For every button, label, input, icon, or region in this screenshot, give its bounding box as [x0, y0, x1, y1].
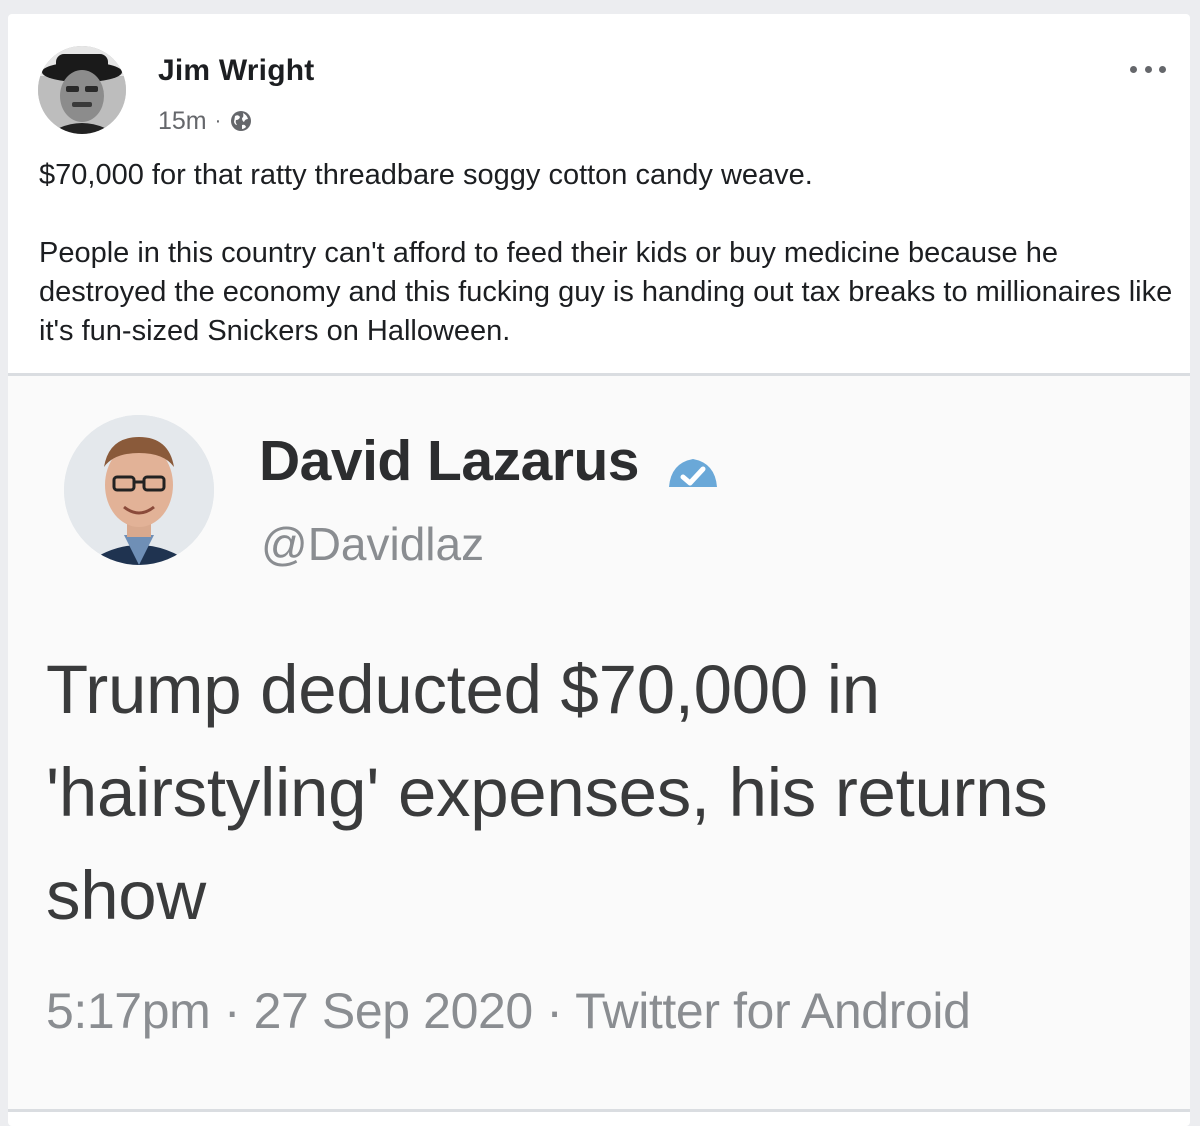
verified-badge-icon	[665, 441, 721, 487]
tweet-body: Trump deducted $70,000 in 'hairstyling' …	[46, 651, 1048, 934]
post-meta: 15m ·	[158, 104, 253, 138]
tweet-avatar-image	[64, 415, 214, 565]
attachment-divider-bottom	[8, 1109, 1190, 1112]
more-options-icon[interactable]	[1130, 58, 1166, 80]
post-text-line1: $70,000 for that ratty threadbare soggy …	[39, 159, 813, 191]
globe-icon	[229, 109, 253, 133]
tweet-footer: 5:17pm · 27 Sep 2020 · Twitter for Andro…	[46, 983, 971, 1039]
feed-page: Jim Wright 15m · $70,000 for that ratty …	[0, 0, 1200, 1126]
dot-3	[1159, 65, 1166, 73]
dot-1	[1130, 65, 1137, 73]
tweet-author-handle: @Davidlaz	[261, 518, 485, 570]
post-text: $70,000 for that ratty threadbare soggy …	[39, 156, 1179, 351]
author-avatar[interactable]	[38, 46, 126, 134]
shared-tweet-image[interactable]: David Lazarus @Davidlaz Trump deducted $…	[8, 376, 1190, 1109]
post-time[interactable]: 15m	[158, 107, 207, 136]
author-avatar-image	[38, 46, 126, 134]
tweet-author-avatar	[64, 415, 214, 565]
dot-2	[1144, 65, 1152, 73]
tweet-author-name: David Lazarus	[259, 428, 721, 494]
tweet-author-name-text: David Lazarus	[259, 429, 639, 493]
post-text-paragraph2: People in this country can't afford to f…	[39, 237, 1173, 347]
meta-separator: ·	[214, 109, 222, 132]
post-card: Jim Wright 15m · $70,000 for that ratty …	[8, 14, 1190, 1126]
author-name[interactable]: Jim Wright	[158, 54, 314, 88]
